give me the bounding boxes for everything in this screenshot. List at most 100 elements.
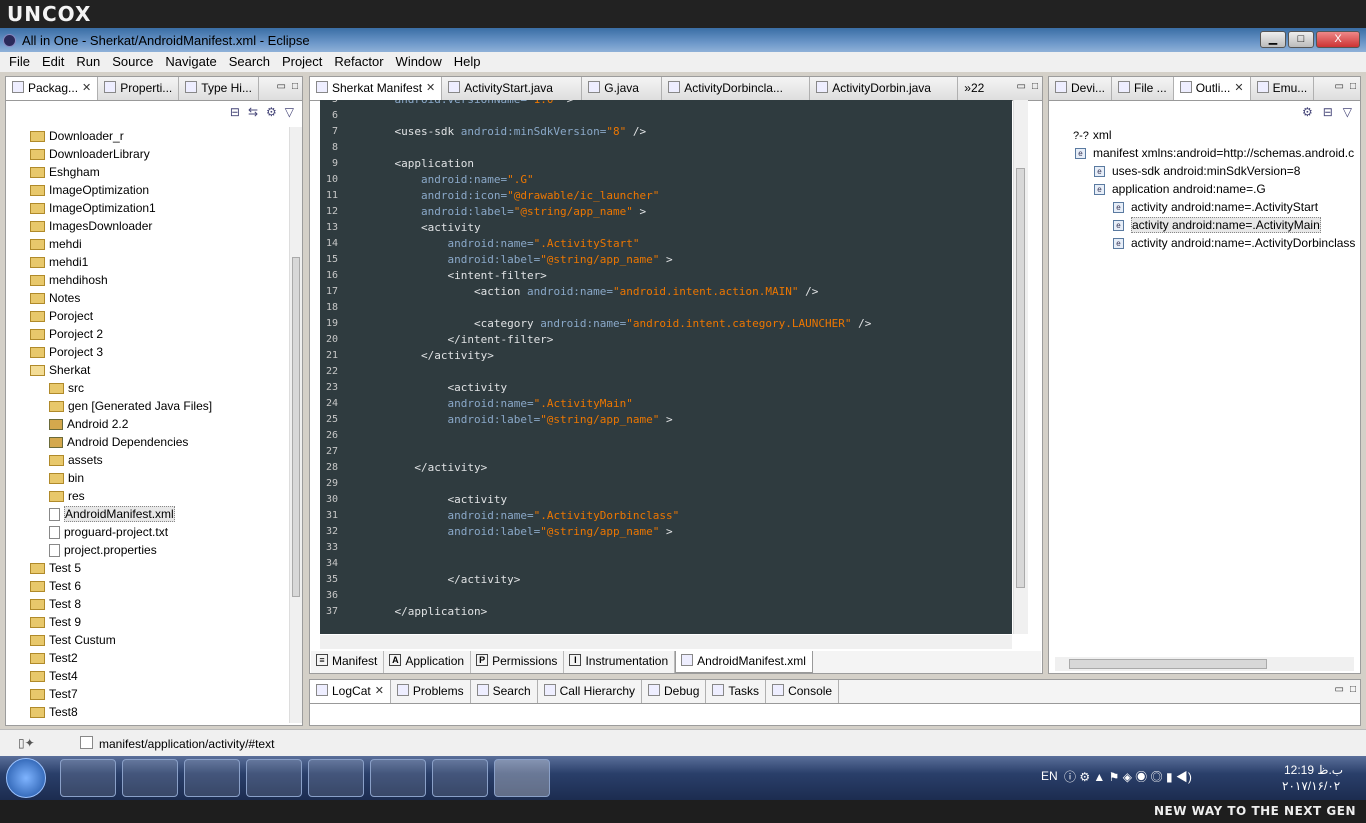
close-tab-icon[interactable]: ✕ bbox=[1234, 81, 1243, 94]
tab-permissions[interactable]: P Permissions bbox=[471, 651, 565, 673]
view-menu-icon[interactable]: ▽ bbox=[285, 105, 294, 119]
outline-hscrollbar[interactable] bbox=[1055, 657, 1354, 671]
collapse-all-icon[interactable]: ⊟ bbox=[230, 105, 240, 119]
outline-item[interactable]: e application android:name=.G bbox=[1049, 180, 1360, 198]
outline-item[interactable]: e manifest xmlns:android=http://schemas.a… bbox=[1049, 144, 1360, 162]
tab-devices[interactable]: Devi... bbox=[1049, 77, 1113, 100]
code-editor[interactable]: 5 android:versionName="1.0" >67 <uses-sd… bbox=[320, 100, 1012, 634]
minimize-view-icon[interactable]: ▭ bbox=[1335, 684, 1344, 695]
tree-item[interactable]: Notes bbox=[6, 289, 288, 307]
menu-navigate[interactable]: Navigate bbox=[159, 54, 222, 72]
tab-g-java[interactable]: G.java bbox=[582, 77, 663, 100]
tab-emulator[interactable]: Emu... bbox=[1251, 77, 1315, 100]
language-indicator[interactable]: EN bbox=[1041, 769, 1058, 783]
media-taskbar-icon[interactable] bbox=[184, 759, 240, 797]
tree-item[interactable]: Test7 bbox=[6, 685, 288, 703]
tree-item[interactable]: Test 8 bbox=[6, 595, 288, 613]
editor-hscrollbar[interactable] bbox=[320, 635, 1012, 649]
explorer-taskbar-icon[interactable] bbox=[60, 759, 116, 797]
tree-item[interactable]: res bbox=[6, 487, 288, 505]
tree-item[interactable]: Test 6 bbox=[6, 577, 288, 595]
tab-instrumentation[interactable]: I Instrumentation bbox=[564, 651, 676, 673]
tab-package-explorer[interactable]: Packag... ✕ bbox=[6, 77, 99, 100]
tree-item[interactable]: AndroidManifest.xml bbox=[6, 505, 288, 523]
tree-item[interactable]: Test 5 bbox=[6, 559, 288, 577]
minimize-button[interactable]: ▁ bbox=[1260, 31, 1286, 48]
tree-item[interactable]: DownloaderLibrary bbox=[6, 145, 288, 163]
tree-item[interactable]: Poroject bbox=[6, 307, 288, 325]
tab-application[interactable]: A Application bbox=[384, 651, 472, 673]
tree-item[interactable]: ImagesDownloader bbox=[6, 217, 288, 235]
menu-edit[interactable]: Edit bbox=[36, 54, 70, 72]
tree-item[interactable]: Downloader_r bbox=[6, 127, 288, 145]
tree-item[interactable]: project.properties bbox=[6, 541, 288, 559]
outline-item[interactable]: e activity android:name=.ActivityMain bbox=[1049, 216, 1360, 234]
tab-call-hierarchy[interactable]: Call Hierarchy bbox=[538, 680, 642, 703]
close-tab-icon[interactable]: ✕ bbox=[426, 81, 435, 94]
tree-item[interactable]: Poroject 2 bbox=[6, 325, 288, 343]
tab-file-explorer[interactable]: File ... bbox=[1112, 77, 1174, 100]
outline-item[interactable]: e activity android:name=.ActivityDorbincl… bbox=[1049, 234, 1360, 252]
link-editor-icon[interactable]: ⇆ bbox=[248, 105, 258, 119]
tray-icons[interactable]: ⓘ ⚙ ▲ ⚑ ◈ ◉ ◎ ▮ ◀) bbox=[1064, 768, 1192, 785]
view-menu-icon[interactable]: ▽ bbox=[1343, 105, 1352, 119]
tab-search[interactable]: Search bbox=[471, 680, 538, 703]
tab-properties[interactable]: Properti... bbox=[98, 77, 180, 100]
tab-manifest[interactable]: ≡ Manifest bbox=[311, 651, 385, 673]
tab-activitystart[interactable]: ActivityStart.java bbox=[442, 77, 583, 100]
tab-overflow[interactable]: »22 bbox=[958, 77, 990, 100]
tray-time[interactable]: 12:19 ب.ظ bbox=[1284, 763, 1343, 777]
tree-item[interactable]: Test Custum bbox=[6, 631, 288, 649]
tree-item[interactable]: Android Dependencies bbox=[6, 433, 288, 451]
minimize-view-icon[interactable]: ▭ bbox=[1335, 81, 1344, 92]
tree-item[interactable]: Android 2.2 bbox=[6, 415, 288, 433]
menu-source[interactable]: Source bbox=[106, 54, 159, 72]
tab-androidmanifest-xml[interactable]: AndroidManifest.xml bbox=[675, 651, 813, 673]
close-button[interactable]: X bbox=[1316, 31, 1360, 48]
tab-problems[interactable]: Problems bbox=[391, 680, 471, 703]
minimize-view-icon[interactable]: ▭ bbox=[277, 81, 286, 92]
media-player-taskbar-icon[interactable] bbox=[432, 759, 488, 797]
firefox-taskbar-icon[interactable] bbox=[308, 759, 364, 797]
menu-project[interactable]: Project bbox=[276, 54, 328, 72]
chrome-taskbar-icon[interactable] bbox=[246, 759, 302, 797]
tree-item[interactable]: mehdihosh bbox=[6, 271, 288, 289]
menu-search[interactable]: Search bbox=[223, 54, 276, 72]
tree-item[interactable]: src bbox=[6, 379, 288, 397]
tab-activitydorbinclass[interactable]: ActivityDorbincla... bbox=[662, 77, 811, 100]
tree-item[interactable]: ImageOptimization bbox=[6, 181, 288, 199]
tree-item[interactable]: assets bbox=[6, 451, 288, 469]
start-button[interactable] bbox=[6, 758, 46, 798]
filter-icon[interactable]: ⚙ bbox=[266, 105, 277, 119]
tab-type-hierarchy[interactable]: Type Hi... bbox=[179, 77, 259, 100]
tree-item[interactable]: Test8 bbox=[6, 703, 288, 721]
tree-item[interactable]: mehdi bbox=[6, 235, 288, 253]
tree-item[interactable]: Test2 bbox=[6, 649, 288, 667]
tab-outline[interactable]: Outli... ✕ bbox=[1173, 77, 1251, 100]
tree-item[interactable]: gen [Generated Java Files] bbox=[6, 397, 288, 415]
tree-item[interactable]: Sherkat bbox=[6, 361, 288, 379]
filter-icon[interactable]: ⚙ bbox=[1302, 105, 1313, 119]
maximize-button[interactable]: □ bbox=[1288, 31, 1314, 48]
tree-item[interactable]: proguard-project.txt bbox=[6, 523, 288, 541]
tab-sherkat-manifest[interactable]: Sherkat Manifest ✕ bbox=[310, 77, 443, 100]
tree-item[interactable]: Test 9 bbox=[6, 613, 288, 631]
menu-file[interactable]: File bbox=[3, 54, 36, 72]
tree-item[interactable]: mehdi1 bbox=[6, 253, 288, 271]
tree-item[interactable]: Test4 bbox=[6, 667, 288, 685]
menu-refactor[interactable]: Refactor bbox=[328, 54, 389, 72]
tab-logcat[interactable]: LogCat ✕ bbox=[310, 680, 391, 703]
maximize-view-icon[interactable]: □ bbox=[1350, 684, 1356, 695]
maximize-view-icon[interactable]: □ bbox=[292, 81, 298, 92]
tab-activitydorbin[interactable]: ActivityDorbin.java bbox=[810, 77, 959, 100]
tree-item[interactable]: ImageOptimization1 bbox=[6, 199, 288, 217]
outline-item[interactable]: e uses-sdk android:minSdkVersion=8 bbox=[1049, 162, 1360, 180]
minimize-view-icon[interactable]: ▭ bbox=[1017, 81, 1026, 92]
app-taskbar-icon[interactable] bbox=[370, 759, 426, 797]
tab-debug[interactable]: Debug bbox=[642, 680, 707, 703]
tray-date[interactable]: ۲۰۱۷/۱۶/۰۲ bbox=[1282, 779, 1340, 793]
tree-item[interactable]: Poroject 3 bbox=[6, 343, 288, 361]
tree-item[interactable]: bin bbox=[6, 469, 288, 487]
eclipse-taskbar-icon[interactable] bbox=[494, 759, 550, 797]
outline-item[interactable]: ?-? xml bbox=[1049, 126, 1360, 144]
